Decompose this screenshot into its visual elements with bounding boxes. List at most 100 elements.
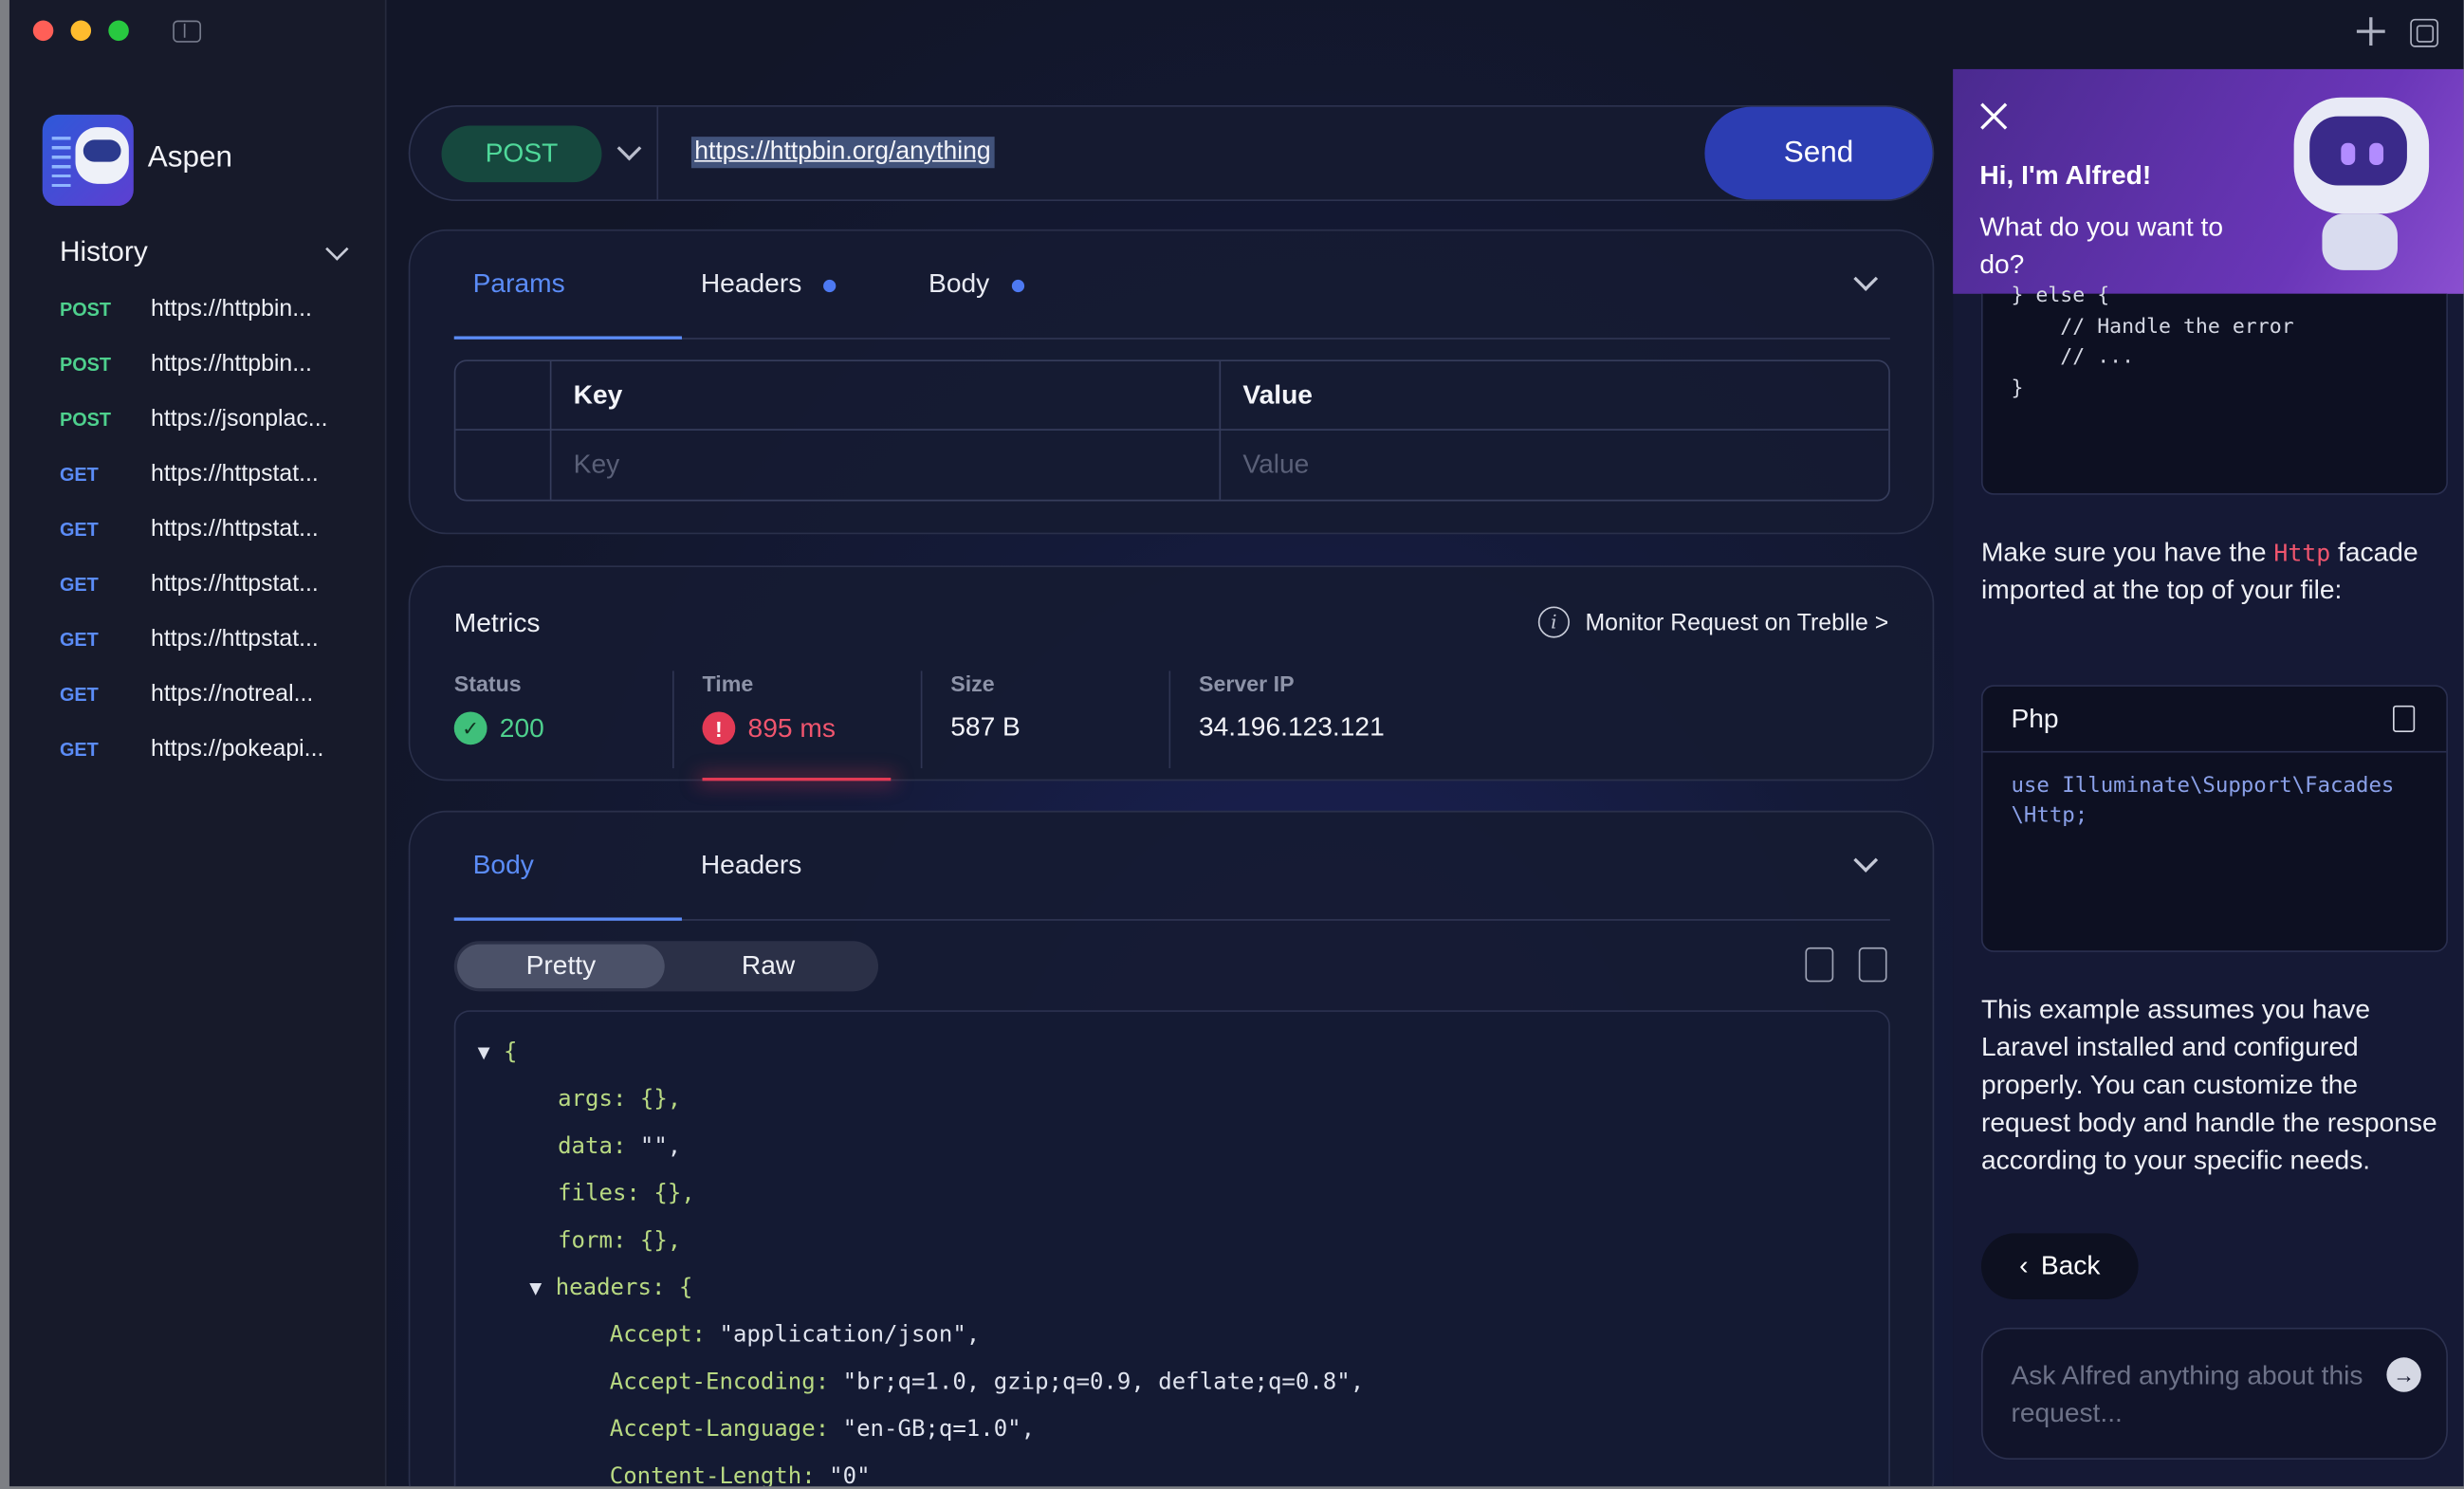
key-input[interactable]: Key xyxy=(551,430,1222,500)
history-item[interactable]: POST https://httpbin... xyxy=(60,282,374,337)
history-method: GET xyxy=(59,737,99,760)
json-line: Content-Length: "0" xyxy=(610,1464,871,1486)
sidebar: Aspen History POST https://httpbin... POST… xyxy=(9,0,387,1487)
view-toggle: Pretty Raw xyxy=(453,941,879,992)
json-line: Accept: "application/json", xyxy=(609,1322,981,1349)
expand-arrow-icon[interactable]: ▼ xyxy=(478,1041,490,1065)
app-window: Aspen History POST https://httpbin... POST… xyxy=(9,0,2464,1487)
ask-alfred-input[interactable]: Ask Alfred anything about this request..… xyxy=(1980,1327,2448,1460)
active-tab-indicator xyxy=(453,336,682,340)
history-item[interactable]: GET https://notreal... xyxy=(60,666,374,721)
status-code: 200 xyxy=(499,712,544,743)
divider xyxy=(920,671,923,769)
close-window-button[interactable] xyxy=(32,20,54,42)
copy-icon[interactable] xyxy=(1805,947,1834,983)
zoom-window-button[interactable] xyxy=(108,20,129,42)
json-value: "application/json", xyxy=(719,1322,981,1349)
history-item[interactable]: POST https://jsonplac... xyxy=(60,391,374,446)
send-button[interactable]: Send xyxy=(1704,106,1933,200)
new-tab-icon[interactable] xyxy=(2355,16,2386,47)
collapse-chevron-icon[interactable] xyxy=(1853,267,1879,291)
expand-arrow-icon[interactable]: ▼ xyxy=(529,1278,542,1301)
history-item[interactable]: GET https://httpstat... xyxy=(60,501,374,556)
history-item[interactable]: GET https://httpstat... xyxy=(60,556,374,611)
table-row: Key Value xyxy=(455,430,1888,500)
metrics-title: Metrics xyxy=(453,608,541,638)
code-line: } else { xyxy=(2011,284,2110,308)
method-select[interactable]: POST xyxy=(441,125,602,183)
json-value: { xyxy=(678,1276,693,1301)
minimize-window-button[interactable] xyxy=(70,20,92,42)
monitor-link[interactable]: i Monitor Request on Treblle > xyxy=(1537,606,1889,638)
history-url: https://httpstat... xyxy=(151,570,319,597)
metrics-card: Metrics i Monitor Request on Treblle > S… xyxy=(408,565,1935,781)
history-method: GET xyxy=(59,627,99,651)
tab-body[interactable]: Body xyxy=(929,268,1024,300)
history-item[interactable]: GET https://httpstat... xyxy=(60,446,374,501)
divider xyxy=(656,106,659,200)
info-icon: i xyxy=(1537,606,1570,638)
json-line: Accept-Encoding: "br;q=1.0, gzip;q=0.9, … xyxy=(609,1370,1365,1396)
php-code: use Illuminate\Support\Facades\Http; xyxy=(2011,773,2395,829)
sidebar-toggle-icon[interactable] xyxy=(173,20,202,43)
url-input[interactable]: https://httpbin.org/anything xyxy=(690,137,994,169)
close-icon[interactable] xyxy=(1979,102,2008,131)
chevron-down-icon[interactable] xyxy=(325,237,349,261)
history-item[interactable]: GET https://httpstat... xyxy=(60,611,374,666)
metric-label: Status xyxy=(453,671,522,696)
collapse-chevron-icon[interactable] xyxy=(1853,848,1879,873)
history-item[interactable]: GET https://pokeapi... xyxy=(60,721,374,776)
facade-code: Http xyxy=(2273,539,2331,568)
request-tabs: Params Headers Body xyxy=(453,231,1890,340)
alfred-header: Hi, I'm Alfred! What do you want to do? xyxy=(1953,68,2464,294)
history-title[interactable]: History xyxy=(60,235,148,268)
history-method: POST xyxy=(59,352,112,376)
history-method: GET xyxy=(59,462,99,486)
response-tabs: Body Headers xyxy=(453,812,1890,921)
download-icon[interactable] xyxy=(1858,947,1887,983)
history-item[interactable]: POST https://httpbin... xyxy=(60,337,374,392)
value-input[interactable]: Value xyxy=(1221,431,1888,500)
tab-headers[interactable]: Headers xyxy=(701,268,837,300)
size-value: 587 B xyxy=(950,711,1021,742)
history-list: POST https://httpbin... POST https://httpbi… xyxy=(60,282,374,777)
app-logo xyxy=(42,114,134,207)
response-body[interactable]: ▼ {args: {}, data: "", files: {}, form: {},… xyxy=(453,1010,1890,1487)
history-url: https://httpbin... xyxy=(151,295,312,322)
monitor-link-label: Monitor Request on Treblle > xyxy=(1585,608,1889,636)
code-block-header: Php xyxy=(1982,687,2447,753)
pretty-button[interactable]: Pretty xyxy=(457,944,665,989)
row-toggle-cell[interactable] xyxy=(455,430,552,500)
windows-icon[interactable] xyxy=(2410,18,2439,47)
raw-button[interactable]: Raw xyxy=(665,945,873,988)
request-card: Params Headers Body Key Value Key Value xyxy=(408,229,1935,535)
history-url: https://httpstat... xyxy=(151,515,319,542)
tab-body[interactable]: Body xyxy=(473,850,534,881)
back-label: Back xyxy=(2040,1250,2101,1281)
json-line: form: {}, xyxy=(558,1228,682,1254)
history-url: https://jsonplac... xyxy=(151,405,328,432)
json-line: data: "", xyxy=(558,1134,682,1160)
metric-label: Size xyxy=(950,671,995,696)
metric-server-ip: Server IP 34.196.123.121 xyxy=(1199,671,1385,768)
send-arrow-icon[interactable]: → xyxy=(2386,1357,2421,1392)
modified-dot-icon xyxy=(823,279,837,292)
json-line: args: {}, xyxy=(558,1087,682,1112)
back-button[interactable]: ‹ Back xyxy=(1980,1233,2139,1300)
server-ip-value: 34.196.123.121 xyxy=(1198,711,1385,742)
params-table: Key Value Key Value xyxy=(453,359,1890,502)
copy-icon[interactable] xyxy=(2393,705,2416,732)
tab-headers[interactable]: Headers xyxy=(701,850,801,881)
alert-circle-icon: ! xyxy=(702,711,736,745)
history-url: https://notreal... xyxy=(151,680,314,708)
main-panel: POST https://httpbin.org/anything Send P… xyxy=(388,0,1954,1487)
history-method: GET xyxy=(59,682,99,705)
value-header: Value xyxy=(1242,379,1313,411)
history-method: POST xyxy=(59,297,112,321)
chevron-down-icon[interactable] xyxy=(616,136,642,161)
tab-params[interactable]: Params xyxy=(473,268,565,300)
metric-label: Server IP xyxy=(1198,671,1295,696)
divider xyxy=(1168,671,1171,769)
input-placeholder: Ask Alfred anything about this request..… xyxy=(2011,1360,2363,1428)
history-method: POST xyxy=(59,407,112,431)
